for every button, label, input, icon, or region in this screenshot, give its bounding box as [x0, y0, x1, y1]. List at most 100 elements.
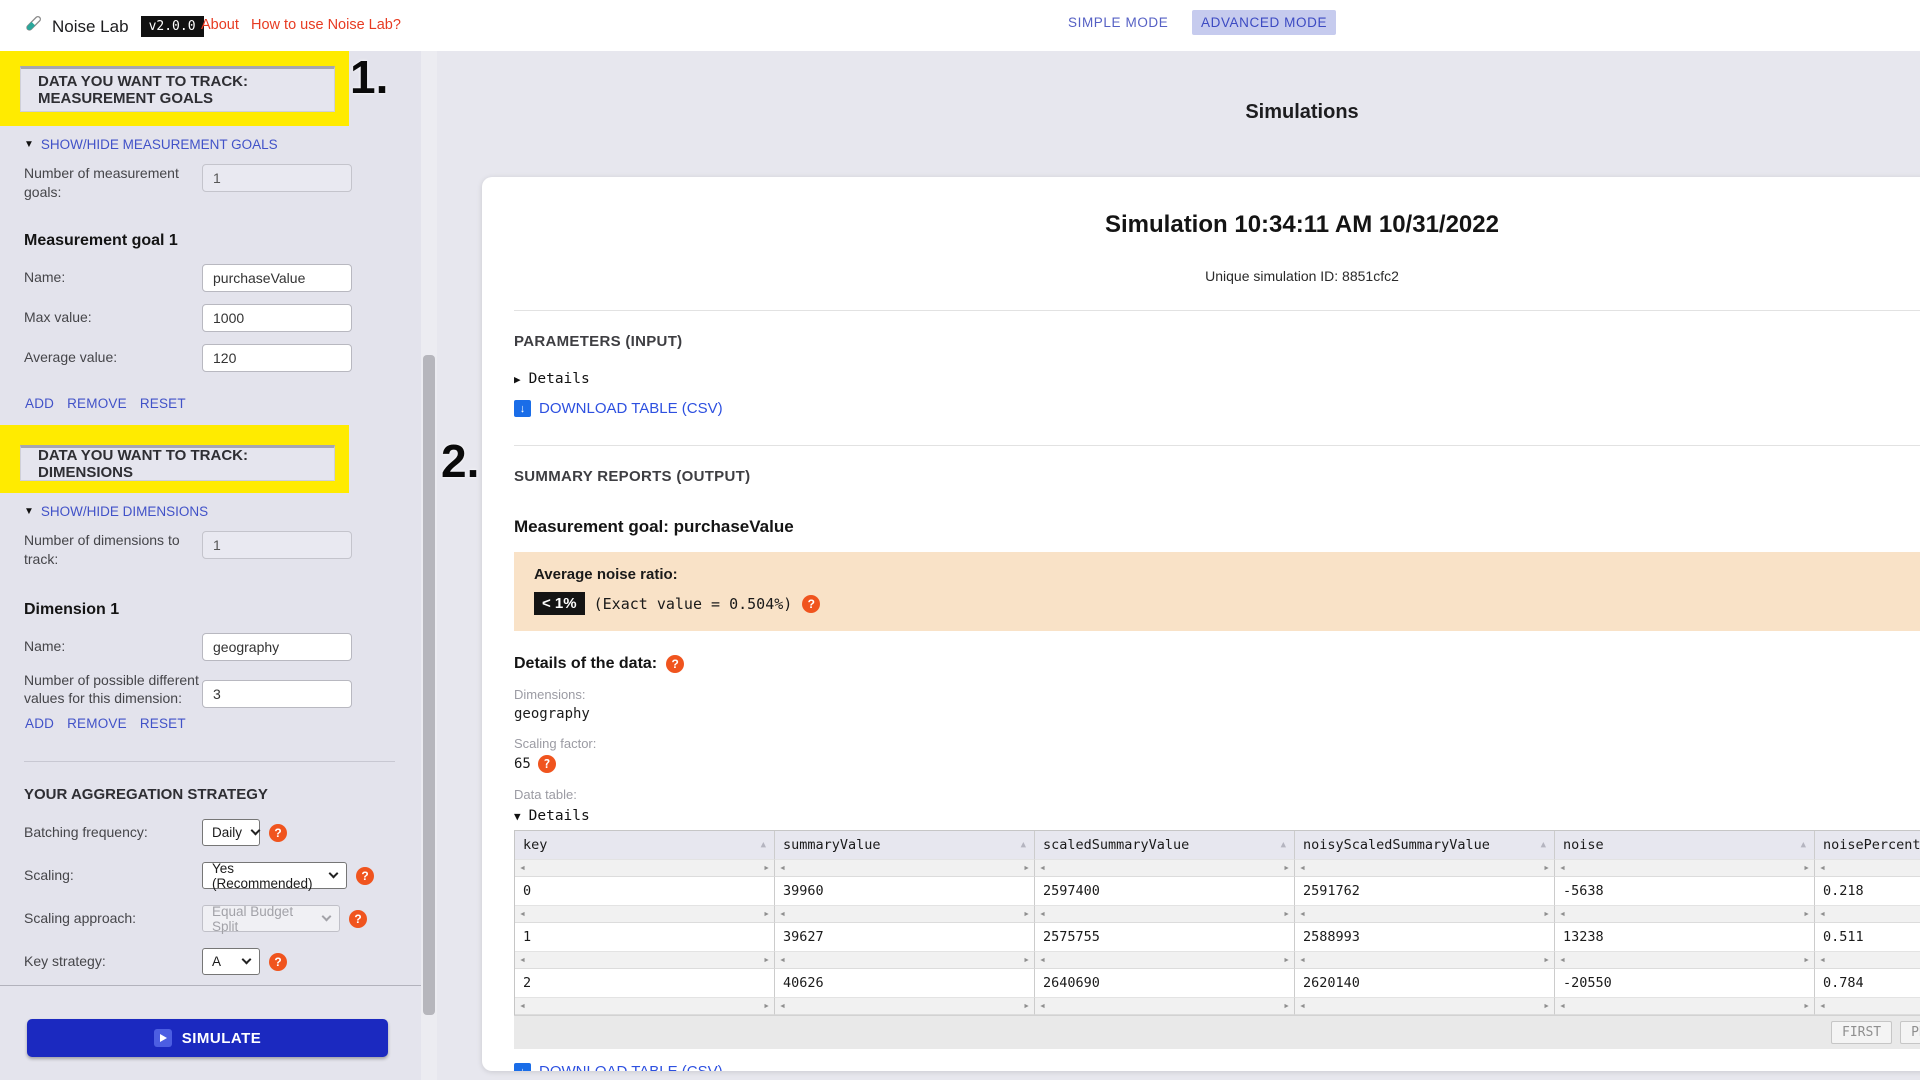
cell-scrollbar[interactable]: ◄►	[515, 859, 775, 877]
table-header-cell[interactable]: summaryValue ▲	[775, 831, 1035, 859]
help-icon[interactable]: ?	[356, 866, 374, 885]
scroll-left-icon[interactable]: ◄	[519, 865, 526, 872]
cell-scrollbar[interactable]: ◄►	[775, 951, 1035, 969]
cell-scrollbar[interactable]: ◄►	[1035, 905, 1295, 923]
cell-scrollbar[interactable]: ◄►	[1035, 951, 1295, 969]
scroll-left-icon[interactable]: ◄	[779, 911, 786, 918]
scroll-left-icon[interactable]: ◄	[1559, 1003, 1566, 1010]
dimension-name-input[interactable]	[202, 632, 352, 661]
scroll-left-icon[interactable]: ◄	[1039, 1003, 1046, 1010]
nav-howto-link[interactable]: How to use Noise Lab?	[251, 17, 401, 33]
sort-icon[interactable]: ▲	[1541, 840, 1546, 850]
download-table-link[interactable]: ↓ DOWNLOAD TABLE (CSV)	[514, 1063, 1920, 1071]
scroll-right-icon[interactable]: ►	[1283, 911, 1290, 918]
remove-button[interactable]: REMOVE	[67, 716, 127, 731]
cell-scrollbar[interactable]: ◄►	[775, 997, 1035, 1015]
goal-name-input[interactable]	[202, 263, 352, 292]
add-button[interactable]: ADD	[25, 716, 54, 731]
cell-scrollbar[interactable]: ◄►	[775, 859, 1035, 877]
table-header-cell[interactable]: noise ▲	[1555, 831, 1815, 859]
scroll-left-icon[interactable]: ◄	[779, 957, 786, 964]
scroll-right-icon[interactable]: ►	[763, 911, 770, 918]
scroll-left-icon[interactable]: ◄	[519, 1003, 526, 1010]
cell-scrollbar[interactable]: ◄►	[1555, 951, 1815, 969]
scroll-left-icon[interactable]: ◄	[779, 1003, 786, 1010]
scroll-left-icon[interactable]: ◄	[1819, 1003, 1826, 1010]
prev-page-button[interactable]: PREV	[1900, 1021, 1920, 1044]
cell-scrollbar[interactable]: ◄►	[1815, 951, 1920, 969]
nav-about-link[interactable]: About	[201, 17, 239, 33]
cell-scrollbar[interactable]: ◄►	[515, 997, 775, 1015]
scroll-left-icon[interactable]: ◄	[1299, 865, 1306, 872]
scroll-right-icon[interactable]: ►	[763, 1003, 770, 1010]
scroll-left-icon[interactable]: ◄	[1559, 865, 1566, 872]
scroll-right-icon[interactable]: ►	[1283, 865, 1290, 872]
scroll-left-icon[interactable]: ◄	[1819, 865, 1826, 872]
scroll-right-icon[interactable]: ►	[1023, 911, 1030, 918]
sort-icon[interactable]: ▲	[1021, 840, 1026, 850]
sort-icon[interactable]: ▲	[761, 840, 766, 850]
show-hide-dimensions[interactable]: ▼ SHOW/HIDE DIMENSIONS	[24, 504, 421, 519]
cell-scrollbar[interactable]: ◄►	[1295, 905, 1555, 923]
cell-scrollbar[interactable]: ◄►	[1295, 859, 1555, 877]
scroll-left-icon[interactable]: ◄	[1559, 911, 1566, 918]
cell-scrollbar[interactable]: ◄►	[515, 905, 775, 923]
sidebar-scrollbar[interactable]	[421, 51, 437, 1080]
simple-mode-button[interactable]: SIMPLE MODE	[1068, 15, 1168, 30]
scrollbar-thumb[interactable]	[423, 355, 435, 1015]
batching-frequency-select[interactable]: Daily	[202, 819, 261, 847]
add-button[interactable]: ADD	[25, 396, 54, 411]
sort-icon[interactable]: ▲	[1801, 840, 1806, 850]
scroll-left-icon[interactable]: ◄	[1299, 911, 1306, 918]
scroll-right-icon[interactable]: ►	[1543, 1003, 1550, 1010]
scroll-right-icon[interactable]: ►	[1803, 865, 1810, 872]
table-header-cell[interactable]: noisePercentage▲	[1815, 831, 1920, 859]
scroll-right-icon[interactable]: ►	[1023, 957, 1030, 964]
scroll-left-icon[interactable]: ◄	[1039, 957, 1046, 964]
help-icon[interactable]: ?	[666, 655, 685, 673]
goal-avg-input[interactable]	[202, 343, 352, 372]
scroll-left-icon[interactable]: ◄	[1039, 911, 1046, 918]
download-parameters-link[interactable]: ↓ DOWNLOAD TABLE (CSV)	[514, 400, 1920, 417]
scroll-left-icon[interactable]: ◄	[1299, 957, 1306, 964]
dimension-values-input[interactable]	[202, 680, 352, 709]
scroll-right-icon[interactable]: ►	[1543, 865, 1550, 872]
parameters-details-toggle[interactable]: ▶ Details	[514, 371, 1920, 387]
cell-scrollbar[interactable]: ◄►	[1295, 951, 1555, 969]
dimension-count-input[interactable]	[202, 530, 352, 559]
scroll-left-icon[interactable]: ◄	[1819, 911, 1826, 918]
help-icon[interactable]: ?	[802, 594, 821, 613]
scroll-left-icon[interactable]: ◄	[1299, 1003, 1306, 1010]
cell-scrollbar[interactable]: ◄►	[1035, 997, 1295, 1015]
scroll-right-icon[interactable]: ►	[1803, 911, 1810, 918]
scaling-select[interactable]: Yes (Recommended)	[202, 861, 347, 891]
goal-max-input[interactable]	[202, 303, 352, 332]
reset-button[interactable]: RESET	[140, 716, 186, 731]
scroll-left-icon[interactable]: ◄	[1039, 865, 1046, 872]
table-header-cell[interactable]: noisyScaledSummaryValue ▲	[1295, 831, 1555, 859]
scroll-right-icon[interactable]: ►	[1803, 957, 1810, 964]
scroll-right-icon[interactable]: ►	[1023, 1003, 1030, 1010]
measurement-goal-count-input[interactable]	[202, 164, 352, 192]
scroll-right-icon[interactable]: ►	[1283, 1003, 1290, 1010]
scroll-right-icon[interactable]: ►	[1543, 957, 1550, 964]
scroll-right-icon[interactable]: ►	[1803, 1003, 1810, 1010]
simulate-button[interactable]: SIMULATE	[27, 1019, 388, 1057]
cell-scrollbar[interactable]: ◄►	[1555, 905, 1815, 923]
cell-scrollbar[interactable]: ◄►	[775, 905, 1035, 923]
cell-scrollbar[interactable]: ◄►	[1555, 859, 1815, 877]
remove-button[interactable]: REMOVE	[67, 396, 127, 411]
cell-scrollbar[interactable]: ◄►	[1815, 997, 1920, 1015]
help-icon[interactable]: ?	[349, 909, 367, 928]
scroll-left-icon[interactable]: ◄	[1819, 957, 1826, 964]
first-page-button[interactable]: FIRST	[1831, 1021, 1893, 1044]
cell-scrollbar[interactable]: ◄►	[1555, 997, 1815, 1015]
table-header-cell[interactable]: scaledSummaryValue ▲	[1035, 831, 1295, 859]
help-icon[interactable]: ?	[537, 755, 556, 773]
help-icon[interactable]: ?	[269, 823, 287, 842]
table-header-cell[interactable]: key ▲	[515, 831, 775, 859]
cell-scrollbar[interactable]: ◄►	[1815, 859, 1920, 877]
scroll-right-icon[interactable]: ►	[763, 865, 770, 872]
reset-button[interactable]: RESET	[140, 396, 186, 411]
sort-icon[interactable]: ▲	[1281, 840, 1286, 850]
